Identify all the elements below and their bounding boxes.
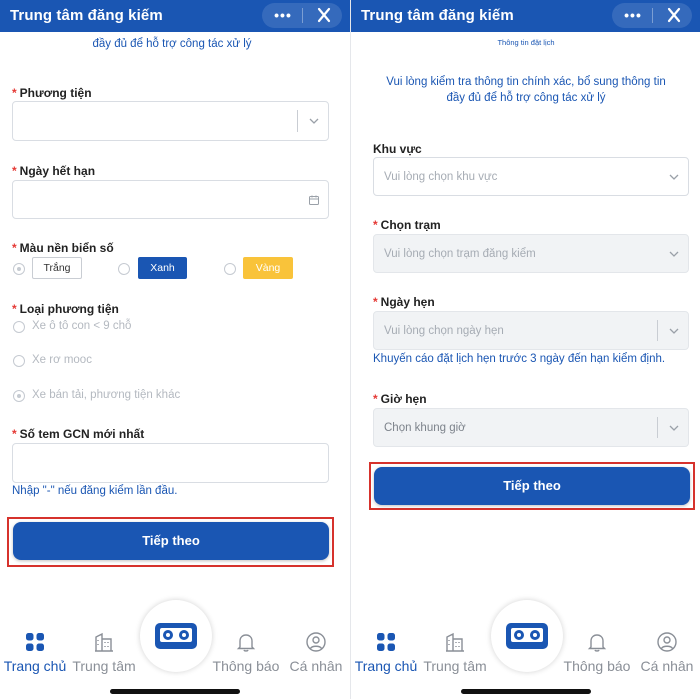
radio-vehicle-trailer[interactable] <box>13 355 25 367</box>
tab-home[interactable]: Trang chủ <box>351 631 421 674</box>
gcn-stamp-input[interactable] <box>12 443 329 483</box>
vehicle-type-option[interactable]: Xe ô tô con < 9 chỗ <box>32 320 131 332</box>
user-icon <box>306 632 326 652</box>
mini-app-capsule: ••• <box>612 3 692 28</box>
tab-label: Cá nhân <box>640 658 694 674</box>
left-screen: Trung tâm đăng kiếm ••• đầy đủ để hỗ trợ… <box>0 0 350 699</box>
station-label: * Chọn trạm <box>373 218 441 232</box>
notice-text: đầy đủ để hỗ trợ công tác xử lý <box>92 38 252 50</box>
header-title: Trung tâm đăng kiếm <box>361 7 514 24</box>
appointment-time-select[interactable]: Chọn khung giờ <box>373 408 689 447</box>
booking-subtitle: Thông tin đặt lịch <box>497 38 555 47</box>
bottom-tab-bar: Trang chủ Trung tâm Thông báo Cá nhân <box>0 585 350 699</box>
plate-color-label: * Màu nền biển số <box>12 241 114 255</box>
car-scan-icon <box>506 623 548 649</box>
plate-color-blue-chip[interactable]: Xanh <box>138 257 187 279</box>
tab-profile[interactable]: Cá nhân <box>281 631 350 674</box>
mini-app-capsule: ••• <box>262 3 342 28</box>
bell-icon <box>587 634 607 652</box>
radio-vehicle-other[interactable] <box>13 390 25 402</box>
home-indicator <box>110 689 240 694</box>
tab-profile[interactable]: Cá nhân <box>632 631 700 674</box>
placeholder: Vui lòng chọn ngày hẹn <box>384 324 504 337</box>
bottom-tab-bar: Trang chủ Trung tâm Thông báo Cá nhân <box>351 585 700 699</box>
chevron-down-icon <box>309 118 319 124</box>
expiry-date-label: * Ngày hết hạn <box>12 164 96 178</box>
placeholder: Chọn khung giờ <box>384 421 466 434</box>
bell-icon <box>236 634 256 652</box>
gcn-stamp-hint: Nhập "-" nếu đăng kiểm lần đầu. <box>12 485 178 497</box>
vehicle-label: * Phương tiện <box>12 86 92 100</box>
tab-center[interactable]: Trung tâm <box>69 631 139 674</box>
next-button[interactable]: Tiếp theo <box>374 467 690 505</box>
car-scan-icon <box>155 623 197 649</box>
building-icon <box>95 632 113 652</box>
plate-color-yellow-chip[interactable]: Vàng <box>243 257 293 279</box>
vehicle-type-label: * Loại phương tiện <box>12 302 119 316</box>
scan-button[interactable] <box>140 600 212 672</box>
vehicle-type-option[interactable]: Xe rơ mooc <box>32 354 92 366</box>
tab-label: Trung tâm <box>72 658 136 674</box>
placeholder: Vui lòng chọn trạm đăng kiểm <box>384 247 536 260</box>
capsule-divider <box>302 8 303 23</box>
tab-label: Trang chủ <box>354 658 418 674</box>
placeholder: Vui lòng chọn khu vực <box>384 170 498 183</box>
header-title: Trung tâm đăng kiếm <box>10 7 163 24</box>
tab-notifications[interactable]: Thông báo <box>211 631 281 674</box>
tab-label: Thông báo <box>212 658 280 674</box>
more-icon[interactable]: ••• <box>619 6 647 24</box>
calendar-icon <box>309 195 319 205</box>
region-label: Khu vực <box>373 142 422 156</box>
chevron-down-icon <box>669 425 679 431</box>
radio-plate-yellow[interactable] <box>224 263 236 275</box>
appointment-date-label: * Ngày hẹn <box>373 295 435 309</box>
tab-label: Thông báo <box>563 658 631 674</box>
next-button[interactable]: Tiếp theo <box>13 522 329 560</box>
chevron-down-icon <box>669 174 679 180</box>
building-icon <box>446 632 464 652</box>
close-icon[interactable] <box>312 5 336 25</box>
chevron-down-icon <box>669 328 679 334</box>
scan-button[interactable] <box>491 600 563 672</box>
vehicle-type-option[interactable]: Xe bán tải, phương tiện khác <box>32 389 180 401</box>
header-bar: Trung tâm đăng kiếm ••• <box>0 0 350 32</box>
radio-vehicle-car[interactable] <box>13 321 25 333</box>
header-bar: Trung tâm đăng kiếm ••• <box>351 0 700 32</box>
expiry-date-input[interactable] <box>12 180 329 219</box>
tab-center[interactable]: Trung tâm <box>420 631 490 674</box>
appointment-date-select[interactable]: Vui lòng chọn ngày hẹn <box>373 311 689 350</box>
radio-plate-blue[interactable] <box>118 263 130 275</box>
home-grid-icon <box>377 633 395 651</box>
station-select[interactable]: Vui lòng chọn trạm đăng kiểm <box>373 234 689 273</box>
home-grid-icon <box>26 633 44 651</box>
user-icon <box>657 632 677 652</box>
notice-line: Vui lòng kiểm tra thông tin chính xác, b… <box>386 76 666 88</box>
close-icon[interactable] <box>662 5 686 25</box>
appointment-date-hint: Khuyến cáo đặt lịch hẹn trước 3 ngày đến… <box>373 353 666 365</box>
tab-label: Trung tâm <box>423 658 487 674</box>
tab-home[interactable]: Trang chủ <box>0 631 70 674</box>
tab-label: Cá nhân <box>289 658 343 674</box>
home-indicator <box>461 689 591 694</box>
notice-line: đầy đủ để hỗ trợ công tác xử lý <box>446 92 606 104</box>
chevron-down-icon <box>669 251 679 257</box>
plate-color-white-chip[interactable]: Trắng <box>32 257 82 279</box>
select-separator <box>657 320 658 341</box>
appointment-time-label: * Giờ hẹn <box>373 392 427 406</box>
capsule-divider <box>652 8 653 23</box>
region-select[interactable]: Vui lòng chọn khu vực <box>373 157 689 196</box>
right-screen: Trung tâm đăng kiếm ••• Thông tin đặt lị… <box>350 0 700 699</box>
vehicle-select[interactable] <box>12 101 329 141</box>
tab-label: Trang chủ <box>3 658 67 674</box>
more-icon[interactable]: ••• <box>269 6 297 24</box>
radio-plate-white[interactable] <box>13 263 25 275</box>
tab-notifications[interactable]: Thông báo <box>562 631 632 674</box>
gcn-stamp-label: * Số tem GCN mới nhất <box>12 427 145 441</box>
select-separator <box>657 417 658 438</box>
select-separator <box>297 110 298 132</box>
